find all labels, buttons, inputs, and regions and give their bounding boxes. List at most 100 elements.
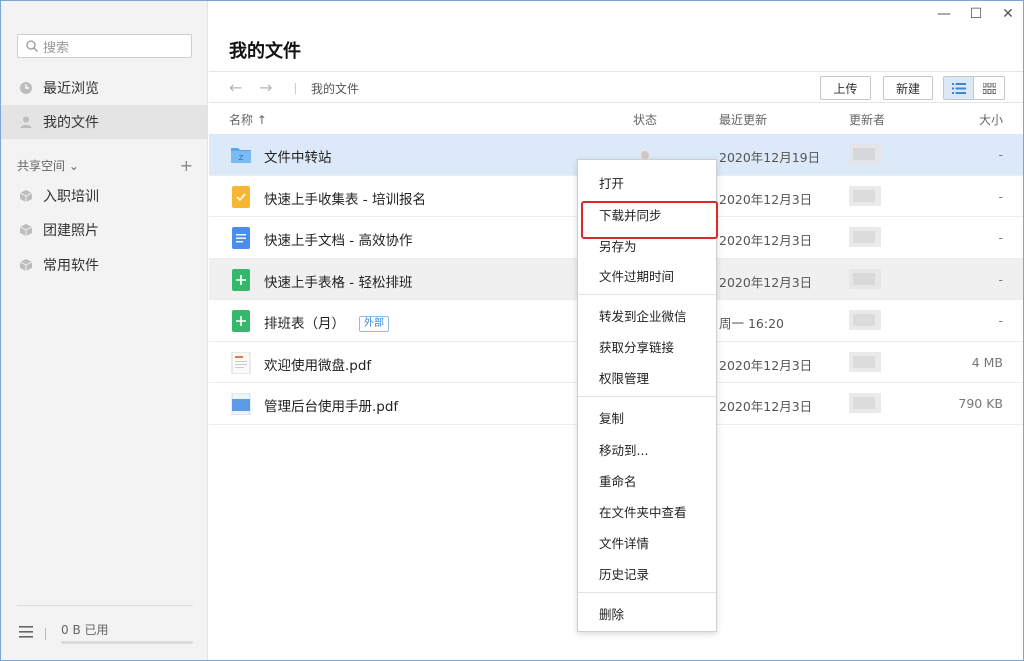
menu-item-open[interactable]: 打开 <box>599 173 624 192</box>
column-header-updated[interactable]: 最近更新 <box>719 111 767 128</box>
shared-space-header[interactable]: 共享空间 ⌄ + <box>17 156 193 175</box>
column-header-size[interactable]: 大小 <box>979 111 1003 128</box>
forward-arrow-icon[interactable]: → <box>259 78 272 97</box>
file-date: 2020年12月19日 <box>719 150 821 165</box>
file-name: 文件中转站 <box>264 150 332 166</box>
grid-view-icon <box>982 82 996 94</box>
avatar <box>849 144 881 164</box>
grid-view-button[interactable] <box>974 77 1004 99</box>
new-button[interactable]: 新建 <box>883 76 933 100</box>
menu-divider <box>578 294 716 295</box>
pdf-icon <box>231 351 251 374</box>
search-input[interactable]: 搜索 <box>17 34 192 58</box>
file-size: 4 MB <box>971 354 1003 370</box>
cube-icon <box>19 258 33 272</box>
menu-item-history[interactable]: 历史记录 <box>599 564 649 583</box>
menu-item-delete[interactable]: 删除 <box>599 604 624 623</box>
breadcrumb[interactable]: 我的文件 <box>311 80 359 97</box>
annotation-highlight <box>581 201 718 239</box>
file-size: - <box>998 271 1003 287</box>
user-icon <box>19 115 33 129</box>
divider <box>295 83 296 94</box>
menu-item-show-in-folder[interactable]: 在文件夹中查看 <box>599 502 687 521</box>
menu-item-copy[interactable]: 复制 <box>599 408 624 427</box>
menu-item-permissions[interactable]: 权限管理 <box>599 368 649 387</box>
menu-divider <box>578 396 716 397</box>
file-name: 排班表（月） 外部 <box>264 312 389 332</box>
sidebar-item-software[interactable]: 常用软件 <box>1 248 207 282</box>
sidebar-item-recent[interactable]: 最近浏览 <box>1 71 207 105</box>
upload-button[interactable]: 上传 <box>820 76 871 100</box>
sidebar-item-team-photos[interactable]: 团建照片 <box>1 213 207 247</box>
column-header-updater[interactable]: 更新者 <box>849 111 885 128</box>
shared-space-label: 共享空间 ⌄ <box>17 158 79 173</box>
folder-icon: Z <box>231 148 251 163</box>
menu-item-rename[interactable]: 重命名 <box>599 471 637 490</box>
sidebar-item-label: 团建照片 <box>43 223 99 239</box>
avatar <box>849 351 881 372</box>
sidebar-item-label: 常用软件 <box>43 258 99 274</box>
file-date: 周一 16:20 <box>719 316 784 331</box>
file-size: - <box>998 188 1003 204</box>
sidebar-item-onboarding[interactable]: 入职培训 <box>1 179 207 213</box>
pdf-blue-icon <box>231 393 251 415</box>
app-window: 搜索 最近浏览 我的文件 共享空间 ⌄ + 入职培训 团建照片 常用软件 0 B… <box>0 0 1024 661</box>
file-size: - <box>998 147 1003 162</box>
menu-item-details[interactable]: 文件详情 <box>599 533 649 552</box>
view-toggle <box>943 76 1005 100</box>
sidebar-item-label: 我的文件 <box>43 115 99 131</box>
sidebar-item-label: 入职培训 <box>43 189 99 205</box>
file-name: 欢迎使用微盘.pdf <box>264 357 372 374</box>
cube-icon <box>19 223 33 237</box>
column-header-name[interactable]: 名称 ↑ <box>229 111 267 128</box>
search-icon <box>26 40 38 52</box>
menu-item-expiry[interactable]: 文件过期时间 <box>599 266 674 285</box>
file-name: 快速上手表格 - 轻松排班 <box>264 274 413 291</box>
file-name: 快速上手文档 - 高效协作 <box>264 233 413 249</box>
close-button[interactable]: ✕ <box>1001 6 1015 22</box>
menu-divider <box>578 592 716 593</box>
sidebar-item-my-files[interactable]: 我的文件 <box>1 105 207 139</box>
file-name: 快速上手收集表 - 培训报名 <box>264 191 426 208</box>
storage-usage: 0 B 已用 <box>61 623 109 637</box>
file-name: 管理后台使用手册.pdf <box>264 399 399 415</box>
sidebar-footer: 0 B 已用 <box>17 605 193 660</box>
menu-item-move[interactable]: 移动到... <box>599 440 648 459</box>
menu-item-forward-wecom[interactable]: 转发到企业微信 <box>599 306 687 325</box>
search-placeholder: 搜索 <box>43 40 70 56</box>
toolbar: ← → 我的文件 上传 新建 <box>209 71 1023 103</box>
sheet-icon <box>232 268 250 291</box>
sidebar-item-label: 最近浏览 <box>43 81 99 97</box>
sidebar: 搜索 最近浏览 我的文件 共享空间 ⌄ + 入职培训 团建照片 常用软件 0 B… <box>1 1 208 660</box>
file-size: - <box>998 230 1003 245</box>
avatar <box>849 393 881 413</box>
avatar <box>849 227 881 247</box>
divider <box>45 628 46 640</box>
file-date: 2020年12月3日 <box>719 233 813 248</box>
doc-icon <box>232 227 250 249</box>
menu-icon[interactable] <box>19 626 33 642</box>
storage-bar <box>61 641 193 644</box>
list-view-button[interactable] <box>944 77 975 99</box>
minimize-button[interactable]: — <box>937 6 951 22</box>
file-date: 2020年12月3日 <box>719 191 813 207</box>
column-header-status[interactable]: 状态 <box>633 111 657 128</box>
cube-icon <box>19 189 33 203</box>
external-badge: 外部 <box>359 316 389 332</box>
file-date: 2020年12月3日 <box>719 399 813 414</box>
avatar <box>849 310 881 330</box>
window-controls: — ☐ ✕ <box>937 6 1015 22</box>
maximize-button[interactable]: ☐ <box>969 6 983 22</box>
avatar <box>849 268 881 289</box>
avatar <box>849 185 881 206</box>
add-space-button[interactable]: + <box>180 156 193 175</box>
file-name-text: 排班表（月） <box>264 316 345 332</box>
back-arrow-icon[interactable]: ← <box>229 78 242 97</box>
file-date: 2020年12月3日 <box>719 274 813 290</box>
svg-text:Z: Z <box>239 154 244 162</box>
menu-item-share-link[interactable]: 获取分享链接 <box>599 337 674 356</box>
file-size: 790 KB <box>958 396 1003 411</box>
form-icon <box>232 185 250 208</box>
page-title: 我的文件 <box>229 41 301 62</box>
file-date: 2020年12月3日 <box>719 357 813 373</box>
